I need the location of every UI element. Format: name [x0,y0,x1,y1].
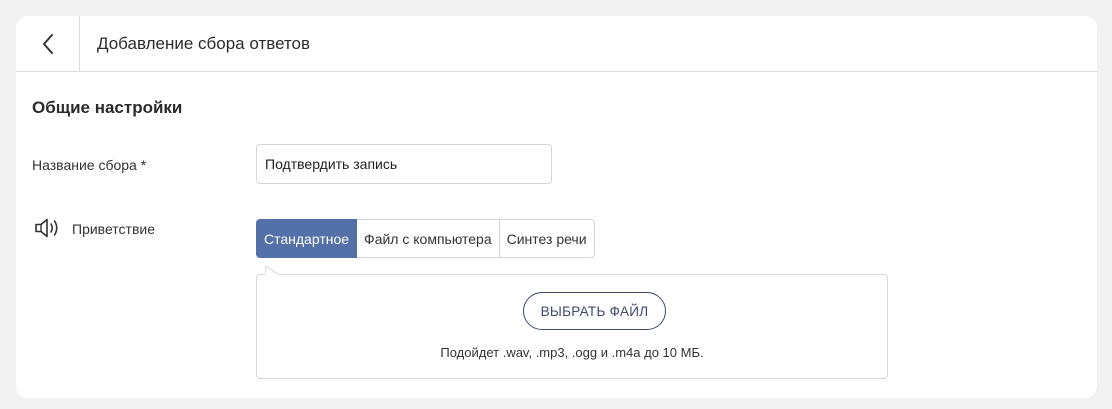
chevron-left-icon [42,34,53,54]
panel-pointer [265,266,281,276]
back-button[interactable] [16,16,80,72]
tab-file-from-computer[interactable]: Файл с компьютера [356,219,500,258]
settings-card: Добавление сбора ответов Общие настройки… [16,16,1097,398]
tab-standard[interactable]: Стандартное [256,219,358,258]
choose-file-button[interactable]: ВЫБРАТЬ ФАЙЛ [523,292,666,330]
speaker-icon [35,218,58,238]
collection-name-label: Название сбора * [32,157,147,173]
greeting-source-tabs: Стандартное Файл с компьютера Синтез реч… [256,219,595,258]
section-title: Общие настройки [32,98,183,117]
tab-speech-synthesis[interactable]: Синтез речи [498,219,595,258]
greeting-label: Приветствие [72,221,155,237]
upload-panel: ВЫБРАТЬ ФАЙЛ Подойдет .wav, .mp3, .ogg и… [256,274,888,379]
collection-name-input[interactable] [256,144,552,184]
page-header: Добавление сбора ответов [16,16,1097,72]
upload-hint: Подойдет .wav, .mp3, .ogg и .m4a до 10 М… [440,345,704,360]
page-title: Добавление сбора ответов [97,34,311,53]
